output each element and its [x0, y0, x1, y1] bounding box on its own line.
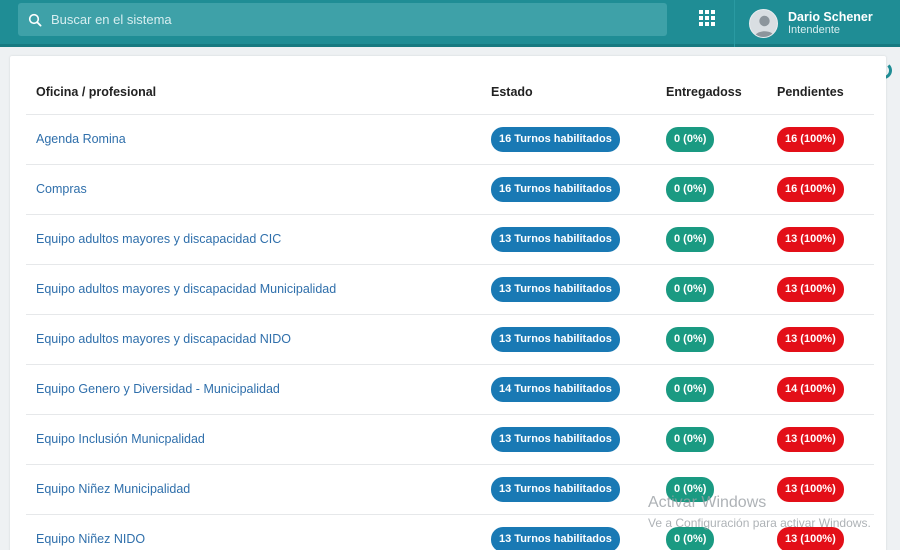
search-input[interactable]	[51, 12, 611, 27]
estado-badge: 16 Turnos habilitados	[491, 176, 620, 202]
col-header-pendientes: Pendientes	[767, 70, 874, 115]
table-header-row: Oficina / profesional Estado Entregadoss…	[26, 70, 874, 115]
office-link[interactable]: Equipo adultos mayores y discapacidad Mu…	[36, 282, 336, 296]
estado-badge: 13 Turnos habilitados	[491, 426, 620, 452]
entregados-badge: 0 (0%)	[666, 376, 715, 402]
estado-badge: 13 Turnos habilitados	[491, 326, 620, 352]
office-link[interactable]: Equipo Niñez Municipalidad	[36, 482, 190, 496]
estado-badge: 13 Turnos habilitados	[491, 276, 620, 302]
table-row: Equipo Inclusión Municpalidad 13 Turnos …	[26, 414, 874, 465]
search-box[interactable]	[18, 3, 667, 36]
pendientes-badge: 13 (100%)	[777, 226, 844, 252]
windows-activation-title: Activar Windows	[648, 494, 767, 511]
user-avatar-icon	[749, 9, 778, 38]
office-link[interactable]: Equipo Niñez NIDO	[36, 532, 145, 546]
top-bar: Dario Schener Intendente	[0, 0, 900, 47]
office-link[interactable]: Agenda Romina	[36, 132, 126, 146]
entregados-badge: 0 (0%)	[666, 126, 715, 152]
col-header-estado: Estado	[481, 70, 656, 115]
col-header-oficina: Oficina / profesional	[26, 70, 481, 115]
estado-badge: 13 Turnos habilitados	[491, 226, 620, 252]
office-link[interactable]: Compras	[36, 182, 87, 196]
offices-card: Oficina / profesional Estado Entregadoss…	[10, 56, 886, 550]
estado-badge: 13 Turnos habilitados	[491, 526, 620, 550]
table-row: Agenda Romina 16 Turnos habilitados 0 (0…	[26, 114, 874, 165]
estado-badge: 14 Turnos habilitados	[491, 376, 620, 402]
office-link[interactable]: Equipo adultos mayores y discapacidad CI…	[36, 232, 281, 246]
pendientes-badge: 16 (100%)	[777, 126, 844, 152]
offices-table: Oficina / profesional Estado Entregadoss…	[26, 70, 874, 550]
pendientes-badge: 14 (100%)	[777, 376, 844, 402]
pendientes-badge: 13 (100%)	[777, 526, 844, 550]
user-role: Intendente	[788, 24, 840, 37]
office-link[interactable]: Equipo Inclusión Municpalidad	[36, 432, 205, 446]
pendientes-badge: 16 (100%)	[777, 176, 844, 202]
entregados-badge: 0 (0%)	[666, 276, 715, 302]
entregados-badge: 0 (0%)	[666, 226, 715, 252]
entregados-badge: 0 (0%)	[666, 526, 715, 550]
entregados-badge: 0 (0%)	[666, 176, 715, 202]
pendientes-badge: 13 (100%)	[777, 276, 844, 302]
entregados-badge: 0 (0%)	[666, 426, 715, 452]
table-row: Equipo adultos mayores y discapacidad NI…	[26, 314, 874, 365]
office-link[interactable]: Equipo Genero y Diversidad - Municipalid…	[36, 382, 280, 396]
entregados-badge: 0 (0%)	[666, 326, 715, 352]
table-row: Compras 16 Turnos habilitados 0 (0%) 16 …	[26, 164, 874, 215]
col-header-entregados: Entregadoss	[656, 70, 767, 115]
pendientes-badge: 13 (100%)	[777, 476, 844, 502]
pendientes-badge: 13 (100%)	[777, 326, 844, 352]
estado-badge: 13 Turnos habilitados	[491, 476, 620, 502]
table-row: Equipo Genero y Diversidad - Municipalid…	[26, 364, 874, 415]
estado-badge: 16 Turnos habilitados	[491, 126, 620, 152]
windows-activation-subtitle: Ve a Configuración para activar Windows.	[648, 516, 871, 530]
table-row: Equipo adultos mayores y discapacidad CI…	[26, 214, 874, 265]
user-name: Dario Schener	[788, 9, 873, 24]
search-icon	[28, 13, 42, 27]
apps-grid-icon[interactable]	[697, 8, 717, 28]
pendientes-badge: 13 (100%)	[777, 426, 844, 452]
office-link[interactable]: Equipo adultos mayores y discapacidad NI…	[36, 332, 291, 346]
user-menu[interactable]: Dario Schener Intendente	[734, 0, 900, 47]
table-row: Equipo adultos mayores y discapacidad Mu…	[26, 264, 874, 315]
